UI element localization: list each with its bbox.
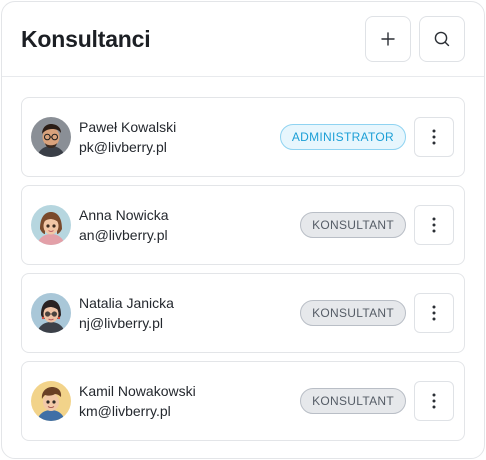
consultant-card[interactable]: Paweł Kowalski pk@livberry.pl ADMINISTRA… bbox=[21, 97, 465, 177]
consultant-info: Natalia Janicka nj@livberry.pl bbox=[79, 293, 300, 333]
consultant-info: Kamil Nowakowski km@livberry.pl bbox=[79, 381, 300, 421]
more-vertical-icon bbox=[432, 217, 436, 233]
consultant-card[interactable]: Natalia Janicka nj@livberry.pl KONSULTAN… bbox=[21, 273, 465, 353]
avatar bbox=[31, 293, 71, 333]
more-options-button[interactable] bbox=[414, 205, 454, 245]
consultant-list: Paweł Kowalski pk@livberry.pl ADMINISTRA… bbox=[2, 77, 484, 441]
more-vertical-icon bbox=[432, 393, 436, 409]
search-icon bbox=[434, 31, 450, 47]
consultants-panel: Konsultanci Paweł Kowalski pk@livberry.p… bbox=[1, 1, 485, 459]
more-options-button[interactable] bbox=[414, 293, 454, 333]
panel-header: Konsultanci bbox=[2, 2, 484, 77]
role-badge: KONSULTANT bbox=[300, 300, 406, 326]
more-options-button[interactable] bbox=[414, 117, 454, 157]
add-consultant-button[interactable] bbox=[365, 16, 411, 62]
more-vertical-icon bbox=[432, 129, 436, 145]
avatar bbox=[31, 205, 71, 245]
consultant-email: an@livberry.pl bbox=[79, 227, 168, 243]
role-badge: ADMINISTRATOR bbox=[279, 124, 406, 150]
avatar bbox=[31, 381, 71, 421]
search-button[interactable] bbox=[419, 16, 465, 62]
consultant-name: Anna Nowicka bbox=[79, 207, 169, 223]
avatar bbox=[31, 117, 71, 157]
consultant-email: nj@livberry.pl bbox=[79, 315, 163, 331]
consultant-name: Natalia Janicka bbox=[79, 295, 174, 311]
consultant-email: pk@livberry.pl bbox=[79, 139, 167, 155]
role-badge: KONSULTANT bbox=[300, 388, 406, 414]
role-badge: KONSULTANT bbox=[300, 212, 406, 238]
more-options-button[interactable] bbox=[414, 381, 454, 421]
consultant-name: Paweł Kowalski bbox=[79, 119, 177, 135]
consultant-card[interactable]: Kamil Nowakowski km@livberry.pl KONSULTA… bbox=[21, 361, 465, 441]
plus-icon bbox=[381, 32, 395, 46]
consultant-info: Paweł Kowalski pk@livberry.pl bbox=[79, 117, 280, 157]
consultant-email: km@livberry.pl bbox=[79, 403, 171, 419]
page-title: Konsultanci bbox=[21, 25, 151, 52]
consultant-info: Anna Nowicka an@livberry.pl bbox=[79, 205, 300, 245]
consultant-card[interactable]: Anna Nowicka an@livberry.pl KONSULTANT bbox=[21, 185, 465, 265]
more-vertical-icon bbox=[432, 305, 436, 321]
consultant-name: Kamil Nowakowski bbox=[79, 383, 196, 399]
